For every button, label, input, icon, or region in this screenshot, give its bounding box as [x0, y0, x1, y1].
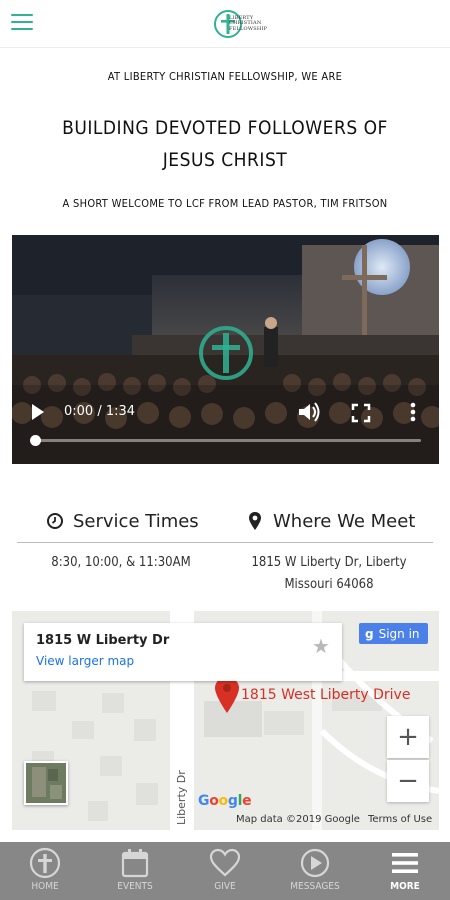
logo-wordmark: LIBERTY CHRISTIAN FELLOWSHIP — [229, 14, 268, 32]
star-icon[interactable]: ★ — [312, 634, 330, 658]
satellite-thumbnail-icon — [26, 763, 66, 803]
embedded-map[interactable]: 1815 W Liberty Dr View larger map ★ g Si… — [12, 611, 439, 830]
address-text: 1815 W Liberty Dr, Liberty Missouri 6406… — [225, 552, 433, 596]
google-logo-letter: g — [227, 793, 238, 809]
nav-give[interactable]: GIVE — [180, 842, 270, 900]
more-menu-icon — [392, 853, 418, 873]
satellite-toggle[interactable] — [24, 761, 68, 805]
service-times-text: 8:30, 10:00, & 11:30AM — [51, 555, 191, 570]
google-logo: Google — [198, 793, 252, 809]
headline-line-2: JESUS CHRIST — [162, 149, 288, 171]
nav-home[interactable]: HOME — [0, 842, 90, 900]
map-sign-in-button[interactable]: g Sign in — [359, 623, 428, 644]
church-logo[interactable]: LIBERTY CHRISTIAN FELLOWSHIP — [213, 6, 273, 42]
zoom-in-button[interactable]: + — [387, 716, 429, 758]
address-line-2: Missouri 64068 — [284, 577, 374, 592]
clock-icon — [47, 513, 63, 529]
map-place-title: 1815 W Liberty Dr — [36, 633, 170, 648]
google-logo-letter: o — [218, 793, 229, 809]
info-divider — [17, 542, 433, 543]
google-plus-icon: g — [365, 626, 374, 641]
nav-more-label: MORE — [390, 881, 420, 892]
cross-circle-icon — [29, 847, 61, 879]
calendar-icon — [121, 849, 149, 878]
welcome-video-player[interactable] — [12, 235, 439, 464]
heart-icon — [209, 848, 241, 877]
top-app-bar: LIBERTY CHRISTIAN FELLOWSHIP — [0, 0, 450, 48]
volume-icon[interactable] — [296, 401, 322, 423]
google-logo-letter: e — [242, 793, 252, 809]
fullscreen-icon[interactable] — [351, 403, 371, 423]
video-subtitle: A SHORT WELCOME TO LCF FROM LEAD PASTOR,… — [62, 197, 388, 210]
menu-icon[interactable] — [11, 14, 33, 32]
nav-events-label: EVENTS — [117, 881, 153, 892]
bottom-navigation: HOME EVENTS GIVE MESSAGES MORE — [0, 842, 450, 900]
intro-kicker: AT LIBERTY CHRISTIAN FELLOWSHIP, WE ARE — [107, 70, 343, 83]
nav-messages[interactable]: MESSAGES — [270, 842, 360, 900]
more-vert-icon[interactable] — [409, 401, 417, 423]
google-logo-letter: o — [209, 793, 219, 809]
play-circle-icon — [300, 848, 330, 878]
road-label: Liberty Dr — [175, 770, 188, 825]
address-line-1: 1815 W Liberty Dr, Liberty — [251, 555, 407, 570]
terms-of-use-link[interactable]: Terms of Use — [368, 814, 432, 825]
where-we-meet-title: Where We Meet — [273, 510, 416, 532]
service-times-heading: Service Times — [46, 508, 199, 534]
sign-in-label: Sign in — [378, 626, 420, 641]
headline-line-1: BUILDING DEVOTED FOLLOWERS OF — [62, 117, 388, 139]
video-progress-knob[interactable] — [30, 435, 41, 446]
map-pin-label: 1815 West Liberty Drive — [241, 687, 411, 703]
service-times-title: Service Times — [73, 510, 199, 532]
video-frame-image — [12, 235, 439, 464]
map-data-credit: Map data ©2019 Google — [236, 814, 360, 825]
where-we-meet-heading: Where We Meet — [248, 508, 415, 534]
zoom-out-button[interactable]: − — [387, 760, 429, 802]
play-icon[interactable] — [26, 402, 58, 422]
video-progress-bar[interactable] — [30, 435, 421, 446]
map-place-card: 1815 W Liberty Dr View larger map ★ — [24, 623, 342, 681]
nav-give-label: GIVE — [214, 881, 236, 892]
nav-events[interactable]: EVENTS — [90, 842, 180, 900]
nav-home-label: HOME — [31, 881, 59, 892]
location-pin-icon — [249, 512, 261, 530]
view-larger-map-link[interactable]: View larger map — [36, 654, 134, 668]
nav-more[interactable]: MORE — [360, 842, 450, 900]
page-headline: BUILDING DEVOTED FOLLOWERS OF JESUS CHRI… — [0, 112, 450, 176]
video-time: 0:00 / 1:34 — [64, 404, 136, 419]
nav-messages-label: MESSAGES — [290, 881, 340, 892]
google-logo-letter: G — [198, 793, 210, 809]
